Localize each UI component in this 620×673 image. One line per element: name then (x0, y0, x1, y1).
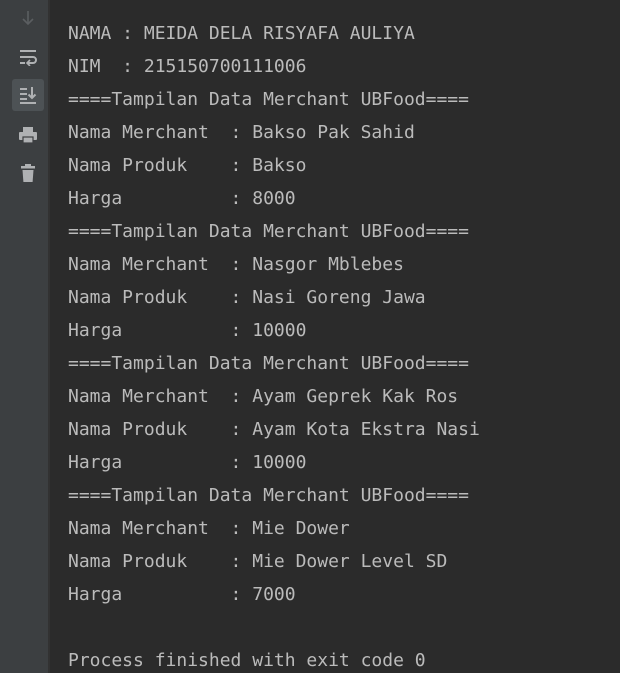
console-line: Nama Merchant : Ayam Geprek Kak Ros (68, 386, 459, 407)
toolbar-divider (48, 0, 50, 673)
console-line: ====Tampilan Data Merchant UBFood==== (68, 353, 469, 374)
console-line: Process finished with exit code 0 (68, 650, 426, 671)
console-line: Harga : 7000 (68, 584, 296, 605)
scroll-down-button[interactable] (12, 2, 44, 34)
trash-icon (21, 164, 35, 182)
scroll-to-end-button[interactable] (12, 79, 44, 111)
console-line: Harga : 10000 (68, 452, 307, 473)
console-line: ====Tampilan Data Merchant UBFood==== (68, 485, 469, 506)
console-line: Nama Produk : Ayam Kota Ekstra Nasi (68, 419, 480, 440)
arrow-down-icon (22, 11, 34, 26)
console-line: NIM : 215150700111006 (68, 56, 307, 77)
soft-wrap-button[interactable] (12, 41, 44, 73)
console-line: Nama Merchant : Mie Dower (68, 518, 350, 539)
console-line: Nama Merchant : Bakso Pak Sahid (68, 122, 415, 143)
console-output[interactable]: NAMA : MEIDA DELA RISYAFA AULIYA NIM : 21… (68, 17, 620, 673)
console-line: Harga : 10000 (68, 320, 307, 341)
console-line: NAMA : MEIDA DELA RISYAFA AULIYA (68, 23, 415, 44)
console-line: Nama Merchant : Nasgor Mblebes (68, 254, 404, 275)
console-line: Nama Produk : Nasi Goreng Jawa (68, 287, 426, 308)
console-line: ====Tampilan Data Merchant UBFood==== (68, 221, 469, 242)
console-line: ====Tampilan Data Merchant UBFood==== (68, 89, 469, 110)
console-toolbar (0, 0, 48, 673)
print-button[interactable] (12, 119, 44, 151)
print-icon (19, 127, 37, 144)
soft-wrap-icon (20, 50, 37, 66)
run-console-window: NAMA : MEIDA DELA RISYAFA AULIYA NIM : 21… (0, 0, 620, 673)
console-line: Nama Produk : Mie Dower Level SD (68, 551, 448, 572)
console-line: Harga : 8000 (68, 188, 296, 209)
clear-all-button[interactable] (12, 157, 44, 189)
scroll-to-end-icon (20, 87, 37, 104)
console-line: Nama Produk : Bakso (68, 155, 307, 176)
